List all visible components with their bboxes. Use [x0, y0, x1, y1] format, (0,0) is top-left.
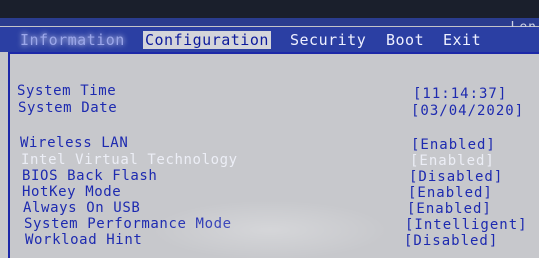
tab-information[interactable]: Information	[20, 31, 125, 49]
setting-label-hotkey-mode: HotKey Mode	[22, 184, 122, 200]
intel-virtual-technology-value[interactable]: [Enabled]	[410, 153, 495, 169]
tab-configuration[interactable]: Configuration	[143, 31, 271, 49]
hotkey-mode-value[interactable]: [Enabled]	[408, 185, 493, 201]
setting-label-workload-hint: Workload Hint	[25, 232, 143, 248]
setting-label-intel-virtual-technology: Intel Virtual Technology	[21, 152, 238, 168]
bios-screen: Len Information Configuration Security B…	[0, 0, 539, 258]
workload-hint-value[interactable]: [Disabled]	[404, 233, 498, 249]
tab-exit[interactable]: Exit	[443, 31, 481, 49]
setting-label-system-performance-mode: System Performance Mode	[24, 216, 232, 232]
system-date-value[interactable]: [03/04/2020]	[411, 103, 524, 119]
setting-label-system-date: System Date	[18, 100, 118, 116]
setting-label-always-on-usb: Always On USB	[23, 200, 141, 216]
menu-bar: Information Configuration Security Boot …	[0, 27, 539, 52]
setting-label-bios-back-flash: BIOS Back Flash	[22, 168, 158, 184]
always-on-usb-value[interactable]: [Enabled]	[407, 201, 492, 217]
setting-label-system-time: System Time	[17, 83, 117, 99]
bios-back-flash-value[interactable]: [Disabled]	[409, 169, 503, 185]
wireless-lan-value[interactable]: [Enabled]	[411, 137, 496, 153]
tab-security[interactable]: Security	[290, 31, 366, 49]
setting-label-wireless-lan: Wireless LAN	[20, 135, 129, 151]
tab-boot[interactable]: Boot	[386, 31, 424, 49]
system-time-value[interactable]: [11:14:37]	[413, 86, 507, 102]
system-performance-mode-value[interactable]: [Intelligent]	[405, 217, 528, 233]
